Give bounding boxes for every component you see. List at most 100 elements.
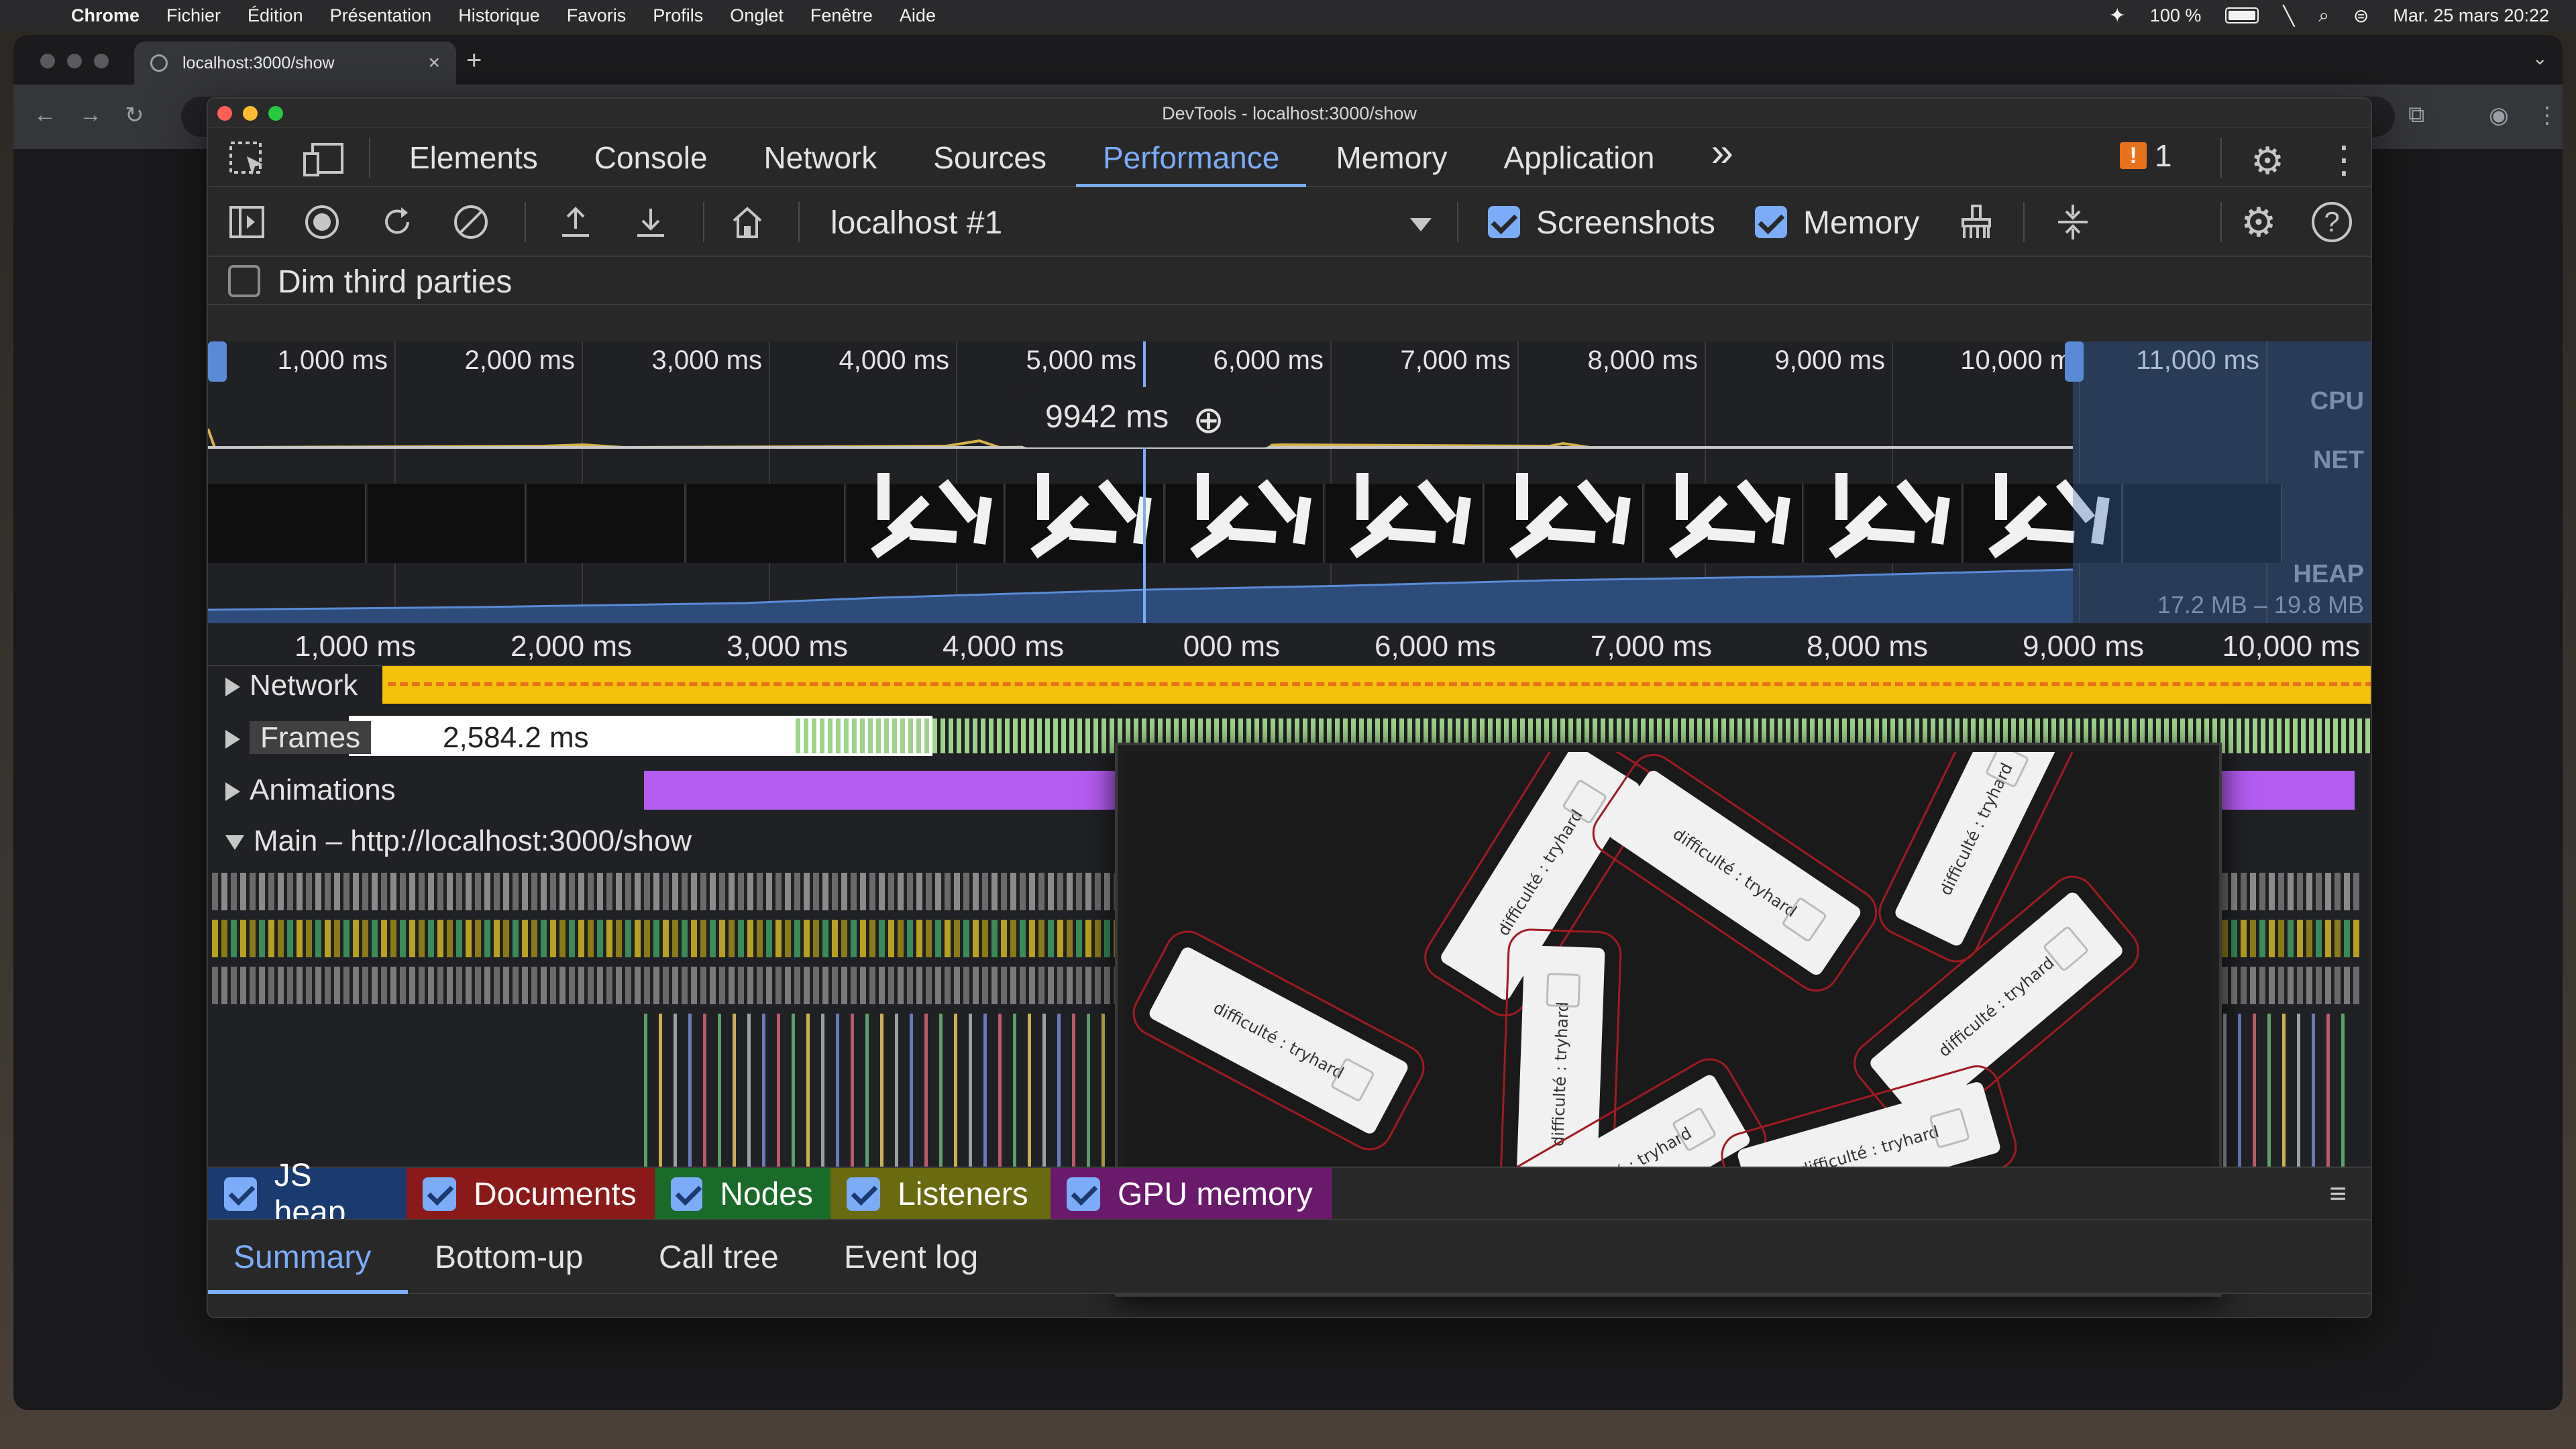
issues-badge[interactable]: ! 1: [2120, 138, 2172, 174]
frame-marker[interactable]: [949, 718, 953, 753]
flame-event[interactable]: [733, 1014, 736, 1168]
screenshots-filmstrip[interactable]: [208, 473, 2371, 563]
tab-memory[interactable]: Memory: [1336, 128, 1447, 187]
frame-marker[interactable]: [2365, 718, 2370, 753]
frame-marker[interactable]: [908, 718, 913, 753]
flame-event[interactable]: [700, 920, 706, 957]
flame-event[interactable]: [775, 873, 782, 910]
flame-event[interactable]: [1057, 920, 1063, 957]
flame-event[interactable]: [954, 967, 960, 1004]
tab-console[interactable]: Console: [594, 128, 708, 187]
flame-event[interactable]: [821, 1014, 824, 1168]
zoom-in-icon[interactable]: ⊕: [1193, 390, 1224, 450]
flame-event[interactable]: [895, 1014, 898, 1168]
flame-event[interactable]: [2306, 873, 2312, 910]
flame-event[interactable]: [945, 920, 951, 957]
frame-marker[interactable]: [844, 718, 849, 753]
flame-event[interactable]: [221, 967, 227, 1004]
flame-event[interactable]: [888, 873, 894, 910]
flame-event[interactable]: [879, 967, 885, 1004]
devtools-close-light[interactable]: [217, 106, 232, 121]
flame-event[interactable]: [541, 967, 547, 1004]
frame-marker[interactable]: [884, 718, 889, 753]
frame-marker[interactable]: [2301, 718, 2306, 753]
flame-event[interactable]: [880, 1014, 883, 1168]
tab-network[interactable]: Network: [764, 128, 877, 187]
flame-event[interactable]: [606, 967, 612, 1004]
flame-event[interactable]: [841, 920, 847, 957]
flame-event[interactable]: [362, 873, 368, 910]
flame-event[interactable]: [390, 920, 396, 957]
filmstrip-frame[interactable]: [847, 473, 1005, 563]
flame-event[interactable]: [268, 967, 274, 1004]
flame-event[interactable]: [898, 920, 904, 957]
flame-event[interactable]: [672, 920, 678, 957]
flame-event[interactable]: [954, 920, 960, 957]
flame-event[interactable]: [531, 920, 537, 957]
flame-event[interactable]: [503, 873, 509, 910]
flame-event[interactable]: [644, 873, 650, 910]
flame-event[interactable]: [945, 967, 951, 1004]
flame-event[interactable]: [494, 967, 500, 1004]
flame-event[interactable]: [2316, 873, 2322, 910]
flame-event[interactable]: [2297, 967, 2303, 1004]
flame-event[interactable]: [231, 920, 237, 957]
flame-event[interactable]: [278, 873, 284, 910]
flame-event[interactable]: [268, 920, 274, 957]
flame-event[interactable]: [851, 967, 857, 1004]
flame-event[interactable]: [832, 920, 838, 957]
flame-event[interactable]: [785, 873, 791, 910]
flame-event[interactable]: [898, 967, 904, 1004]
flame-event[interactable]: [757, 920, 763, 957]
flame-event[interactable]: [437, 873, 443, 910]
flame-event[interactable]: [1057, 1014, 1061, 1168]
menu-presentation[interactable]: Présentation: [330, 5, 432, 26]
frame-marker[interactable]: [852, 718, 857, 753]
flame-event[interactable]: [2334, 967, 2341, 1004]
flame-event[interactable]: [550, 967, 556, 1004]
flame-event[interactable]: [794, 920, 800, 957]
flame-event[interactable]: [982, 920, 988, 957]
frame-marker[interactable]: [1069, 718, 1074, 753]
tab-call-tree[interactable]: Call tree: [659, 1239, 779, 1276]
flame-event[interactable]: [747, 967, 753, 1004]
flame-event[interactable]: [836, 1014, 839, 1168]
flame-event[interactable]: [710, 920, 716, 957]
flame-event[interactable]: [334, 967, 340, 1004]
flame-event[interactable]: [2326, 1014, 2330, 1168]
flame-event[interactable]: [569, 920, 575, 957]
control-center-icon[interactable]: ⊜: [2353, 5, 2369, 27]
flame-event[interactable]: [1087, 1014, 1090, 1168]
flame-event[interactable]: [297, 920, 303, 957]
flame-event[interactable]: [1104, 967, 1110, 1004]
flame-event[interactable]: [973, 967, 979, 1004]
menu-edition[interactable]: Édition: [248, 5, 303, 26]
counter-gpu-memory[interactable]: GPU memory: [1051, 1168, 1332, 1220]
flame-event[interactable]: [287, 873, 293, 910]
flame-event[interactable]: [306, 873, 312, 910]
flame-event[interactable]: [212, 967, 218, 1004]
flame-event[interactable]: [700, 967, 706, 1004]
menu-onglet[interactable]: Onglet: [730, 5, 784, 26]
frame-marker[interactable]: [1061, 718, 1066, 753]
flame-event[interactable]: [1001, 873, 1007, 910]
devtools-zoom-light[interactable]: [268, 106, 283, 121]
flame-event[interactable]: [766, 920, 772, 957]
flame-event[interactable]: [757, 873, 763, 910]
flame-event[interactable]: [306, 967, 312, 1004]
capture-settings-gear-icon[interactable]: ⚙: [2241, 199, 2277, 246]
frame-marker[interactable]: [820, 718, 824, 753]
target-select[interactable]: localhost #1: [825, 187, 1432, 257]
flame-event[interactable]: [362, 920, 368, 957]
frame-marker[interactable]: [2341, 718, 2346, 753]
flame-event[interactable]: [832, 873, 838, 910]
filmstrip-frame[interactable]: [1326, 473, 1484, 563]
flame-event[interactable]: [1010, 873, 1016, 910]
flame-event[interactable]: [240, 920, 246, 957]
frame-marker[interactable]: [876, 718, 881, 753]
flame-event[interactable]: [513, 967, 519, 1004]
flame-event[interactable]: [409, 873, 415, 910]
menubar-datetime[interactable]: Mar. 25 mars 20:22: [2393, 5, 2549, 26]
flame-event[interactable]: [2316, 967, 2322, 1004]
flame-event[interactable]: [963, 920, 969, 957]
